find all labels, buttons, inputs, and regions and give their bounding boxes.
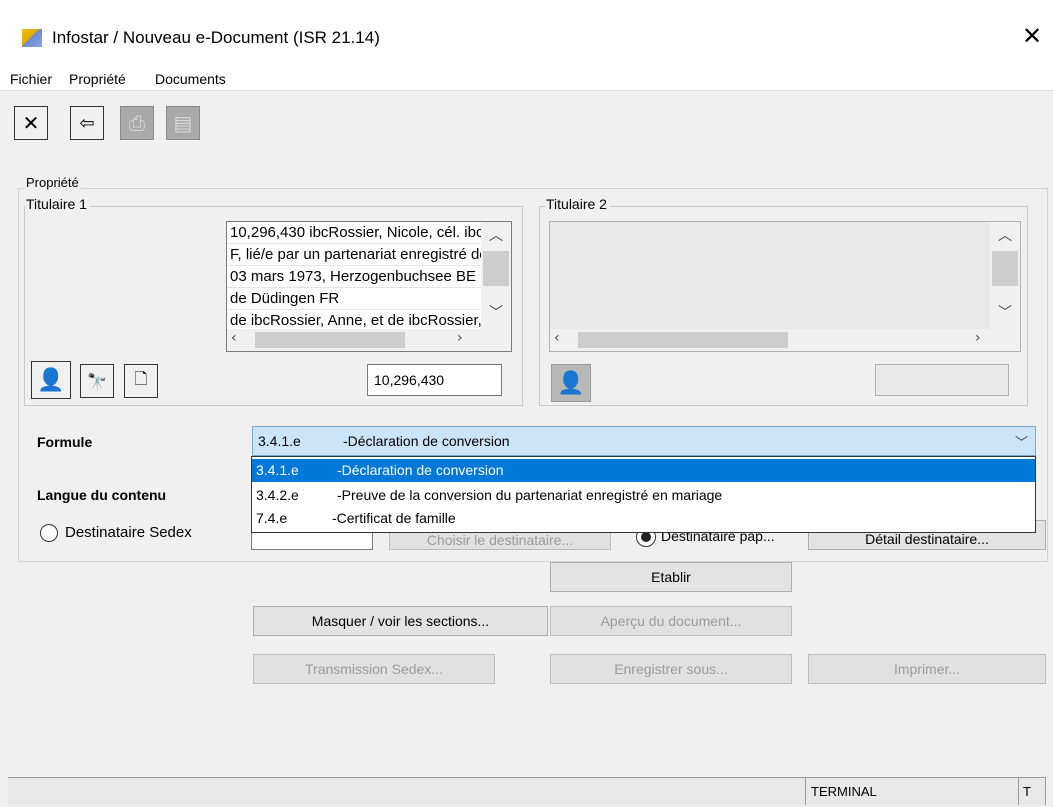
titulaire1-listbox[interactable]: 10,296,430 ibcRossier, Nicole, cél. ibcR…	[226, 221, 512, 352]
new-document-button[interactable]: 🗋	[124, 364, 158, 398]
formule-label: Formule	[37, 434, 93, 450]
enregistrer-sous-button[interactable]: Enregistrer sous...	[550, 654, 792, 684]
window-close-button[interactable]: ✕	[1022, 22, 1042, 50]
binoculars-icon: 🔭	[87, 371, 107, 391]
etablir-button[interactable]: Etablir	[550, 562, 792, 592]
titulaire1-hscrollbar[interactable]: ‹ ›	[227, 329, 511, 351]
printer-icon: ⎙	[129, 111, 145, 135]
titulaire1-vscrollbar[interactable]: ︿ ﹀	[481, 222, 511, 329]
transmission-sedex-button[interactable]: Transmission Sedex...	[253, 654, 495, 684]
imprimer-button[interactable]: Imprimer...	[808, 654, 1046, 684]
formule-selected-text: -Déclaration de conversion	[343, 433, 510, 449]
hscroll-thumb[interactable]	[578, 332, 788, 348]
destinataire-sedex-label: Destinataire Sedex	[65, 524, 192, 541]
radio-dot-icon	[641, 533, 651, 542]
titulaire2-listbox[interactable]: ︿ ﹀ ‹ ›	[549, 221, 1021, 352]
exit-door-icon: ⇦	[79, 112, 95, 134]
scroll-left-icon[interactable]: ‹	[231, 330, 237, 346]
scroll-down-icon[interactable]: ﹀	[489, 302, 503, 322]
scroll-right-icon[interactable]: ›	[975, 330, 981, 346]
titulaire1-label: Titulaire 1	[26, 196, 90, 212]
app-icon	[22, 29, 42, 47]
formule-selected-code: 3.4.1.e	[258, 433, 301, 449]
titulaire2-number-field[interactable]	[875, 364, 1009, 396]
hscroll-thumb[interactable]	[255, 332, 405, 348]
titulaire2-hscrollbar[interactable]: ‹ ›	[550, 329, 1020, 351]
formule-combobox[interactable]: 3.4.1.e -Déclaration de conversion ﹀	[252, 426, 1036, 456]
card-icon: ▤	[173, 111, 193, 135]
find-button[interactable]: 🔭	[80, 364, 114, 398]
status-t: T	[1018, 777, 1046, 805]
menu-fichier[interactable]: Fichier	[10, 71, 52, 87]
card-toolbar-button[interactable]: ▤	[166, 106, 200, 140]
titulaire1-line[interactable]: F, lié/e par un partenariat enregistré d…	[227, 244, 511, 266]
close-icon: ✕	[22, 111, 40, 135]
sedex-field[interactable]	[251, 530, 373, 550]
titulaire2-label: Titulaire 2	[546, 196, 610, 212]
masquer-sections-button[interactable]: Masquer / voir les sections...	[253, 606, 548, 636]
titulaire1-line[interactable]: de Düdingen FR	[227, 288, 481, 310]
scroll-up-icon[interactable]: ︿	[489, 225, 503, 245]
menu-documents[interactable]: Documents	[155, 71, 226, 87]
formule-option[interactable]: 7.4.e -Certificat de famille	[252, 507, 1035, 530]
scroll-up-icon[interactable]: ︿	[998, 225, 1012, 245]
person-card-icon: 👤	[557, 370, 585, 396]
scroll-thumb[interactable]	[992, 251, 1018, 286]
scroll-down-icon[interactable]: ﹀	[998, 302, 1012, 322]
menu-propriete[interactable]: Propriété	[69, 71, 126, 87]
scroll-thumb[interactable]	[483, 251, 509, 286]
propriete-label: Propriété	[26, 175, 81, 190]
person-search-button[interactable]: 👤	[31, 361, 71, 399]
scroll-right-icon[interactable]: ›	[457, 330, 463, 346]
titulaire1-line[interactable]: 03 mars 1973, Herzogenbuchsee BE	[227, 266, 481, 288]
print-toolbar-button[interactable]: ⎙	[120, 106, 154, 140]
langue-label: Langue du contenu	[37, 487, 167, 503]
formule-option[interactable]: 3.4.1.e -Déclaration de conversion	[252, 459, 1035, 482]
chevron-down-icon: ﹀	[1015, 436, 1029, 451]
scroll-left-icon[interactable]: ‹	[554, 330, 560, 346]
close-document-button[interactable]: ✕	[14, 106, 48, 140]
titulaire1-number-field[interactable]: 10,296,430	[367, 364, 502, 396]
status-terminal: TERMINAL	[805, 777, 1018, 805]
window-title: Infostar / Nouveau e-Document (ISR 21.14…	[52, 28, 380, 47]
destinataire-sedex-radio[interactable]	[40, 524, 58, 542]
titulaire2-vscrollbar[interactable]: ︿ ﹀	[990, 222, 1020, 329]
person-search-button-disabled[interactable]: 👤	[551, 364, 591, 402]
titulaire1-line[interactable]: 10,296,430 ibcRossier, Nicole, cél. ibcR…	[227, 222, 511, 244]
exit-button[interactable]: ⇦	[70, 106, 104, 140]
formule-dropdown[interactable]: 3.4.1.e -Déclaration de conversion 3.4.2…	[251, 456, 1036, 533]
formule-option[interactable]: 3.4.2.e -Preuve de la conversion du part…	[252, 484, 1035, 507]
blank-page-icon: 🗋	[134, 368, 148, 388]
person-card-icon: 👤	[37, 367, 65, 393]
apercu-document-button[interactable]: Aperçu du document...	[550, 606, 792, 636]
